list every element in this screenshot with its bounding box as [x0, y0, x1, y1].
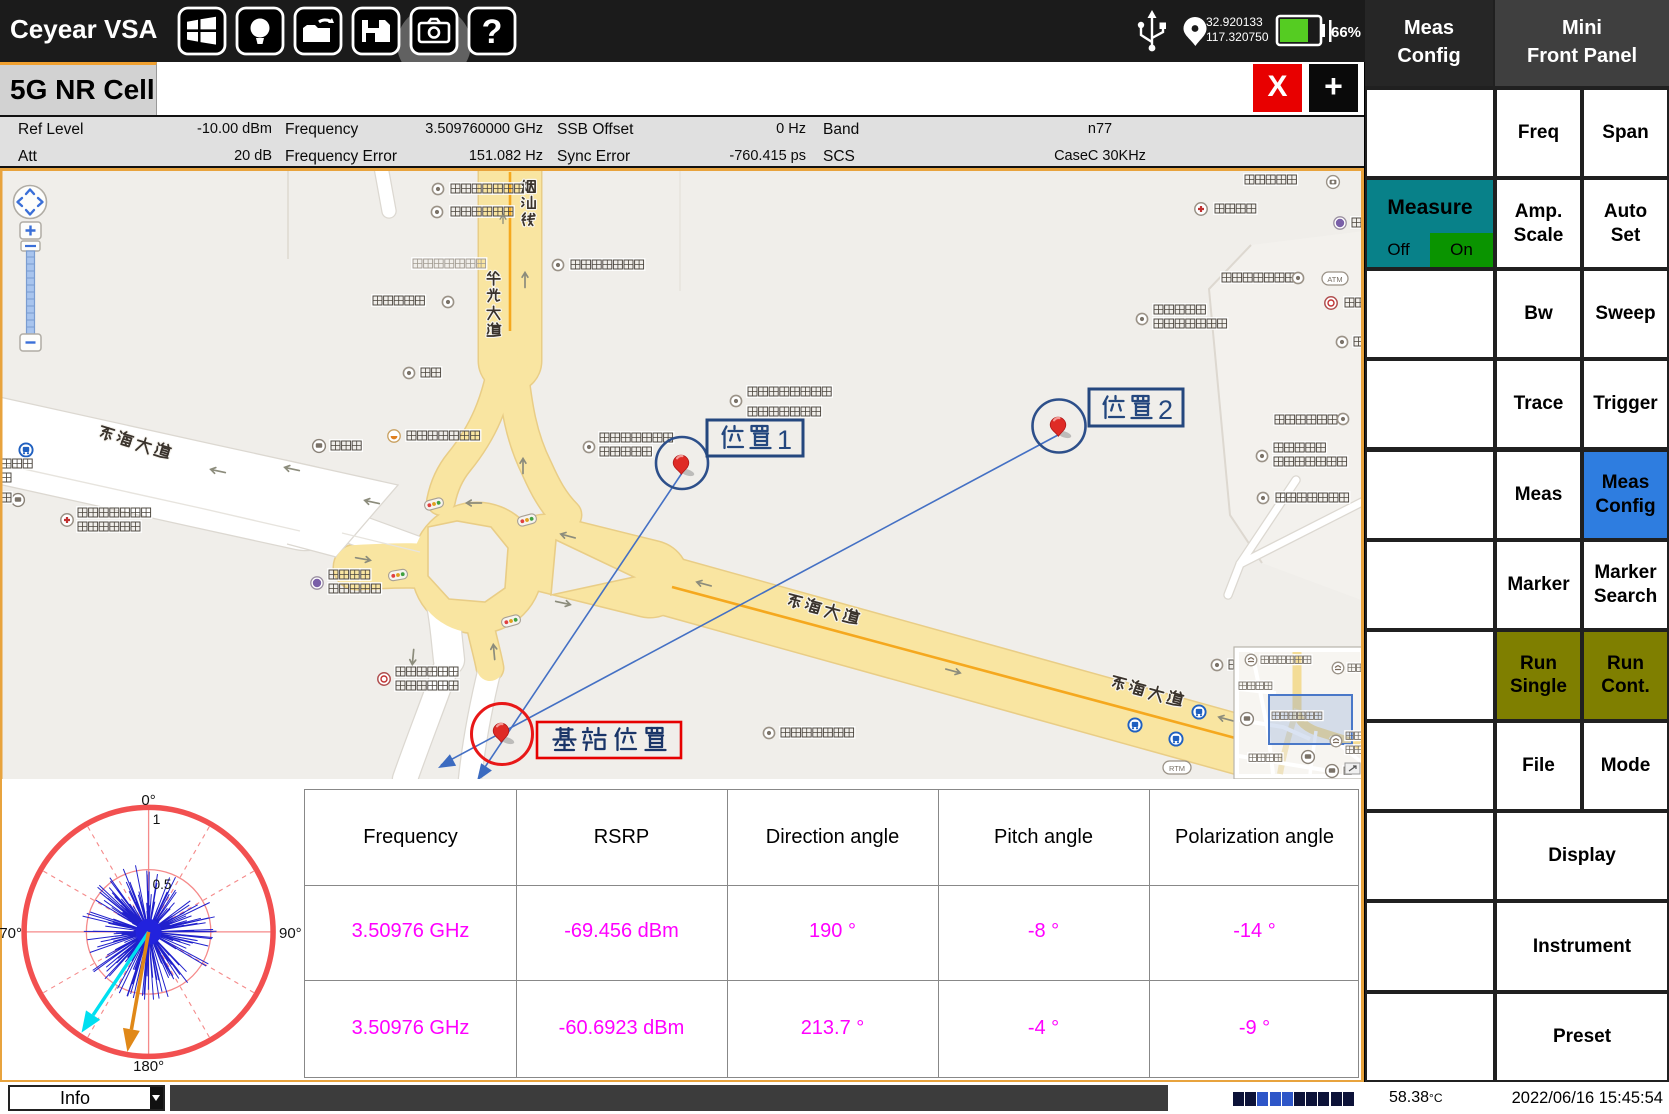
- svg-text:117.320750: 117.320750: [1206, 30, 1269, 44]
- svg-text:2: 2: [1158, 395, 1173, 425]
- svg-text:1: 1: [777, 425, 792, 455]
- svg-text:0°: 0°: [141, 792, 155, 809]
- svg-text:RTM: RTM: [1169, 764, 1185, 773]
- svg-text:270°: 270°: [0, 925, 22, 942]
- svg-text:32.920133: 32.920133: [1206, 15, 1263, 29]
- svg-text:180°: 180°: [133, 1058, 164, 1075]
- svg-text:?: ?: [482, 13, 503, 51]
- svg-text:ATM: ATM: [1327, 275, 1342, 284]
- svg-text:0.5: 0.5: [153, 877, 172, 892]
- svg-text:66%: 66%: [1331, 24, 1361, 41]
- svg-text:1: 1: [153, 811, 161, 827]
- svg-text:90°: 90°: [279, 925, 302, 942]
